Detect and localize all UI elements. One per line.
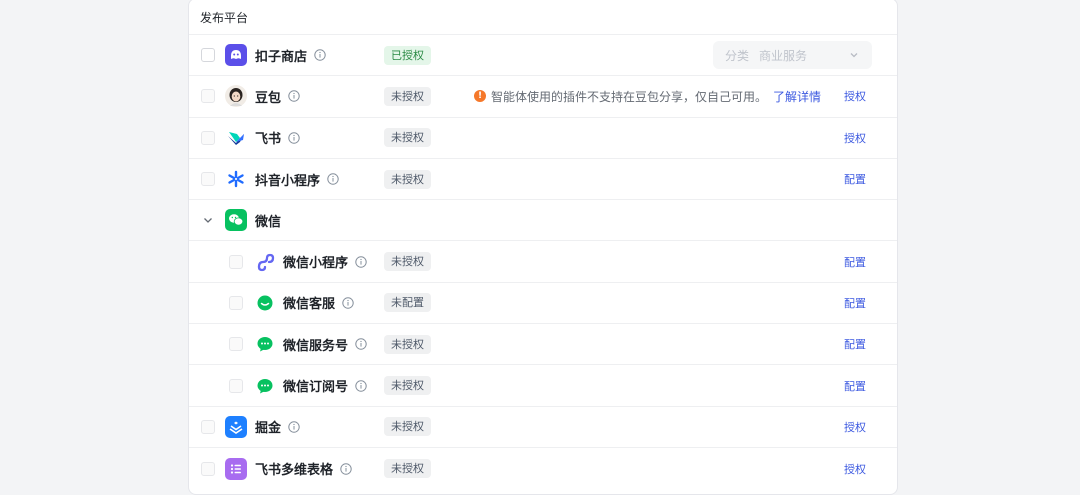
wechat-official-account-icon [254, 333, 276, 355]
wechat-miniprogram-icon [254, 251, 276, 273]
status-badge: 未授权 [384, 128, 431, 148]
configure-button[interactable]: 配置 [844, 254, 866, 270]
configure-button[interactable]: 配置 [844, 378, 866, 394]
platform-name-row: 微信订阅号 [283, 376, 367, 395]
platform-name-row: 掘金 [255, 417, 300, 436]
platform-name-row: 飞书多维表格 [255, 459, 352, 478]
collapse-chevron-icon[interactable] [201, 213, 215, 227]
info-icon[interactable] [314, 49, 326, 61]
select-checkbox[interactable] [201, 48, 215, 63]
platform-name: 微信 [255, 214, 282, 230]
chevron-down-icon [848, 49, 860, 61]
platform-name-row: 抖音小程序 [255, 170, 339, 189]
authorize-button[interactable]: 授权 [844, 461, 866, 477]
select-checkbox[interactable] [201, 461, 215, 476]
info-icon[interactable] [355, 338, 367, 350]
juejin-icon [225, 415, 247, 438]
info-icon[interactable] [340, 462, 352, 475]
platform-name-row: 微信服务号 [283, 335, 367, 354]
platform-row-feishu-bitable: 飞书多维表格 未授权 授权 [189, 448, 897, 489]
platform-row-wechat-miniprogram: 微信小程序 未授权 配置 [189, 241, 897, 283]
status-badge: 未授权 [384, 459, 431, 479]
wechat-customer-service-icon [254, 292, 276, 314]
platform-name-row: 微信小程序 [283, 252, 367, 271]
select-checkbox[interactable] [201, 130, 215, 145]
select-checkbox[interactable] [229, 295, 243, 310]
info-icon[interactable] [355, 255, 367, 268]
feishu-icon [225, 127, 247, 149]
warning-icon: ! [474, 90, 486, 103]
select-checkbox[interactable] [229, 378, 243, 393]
platform-name: 豆包 [255, 90, 282, 106]
platform-name: 微信服务号 [283, 338, 349, 354]
platform-name: 微信小程序 [283, 256, 349, 272]
platform-name: 飞书 [255, 132, 282, 148]
platform-name-row: 飞书 [255, 128, 300, 147]
status-badge: 未授权 [384, 334, 431, 354]
douyin-miniapp-icon [225, 168, 247, 190]
wechat-subscription-icon [254, 375, 276, 397]
authorize-button[interactable]: 授权 [844, 88, 866, 104]
platform-name: 飞书多维表格 [255, 463, 334, 479]
platform-name-row: 微信客服 [283, 293, 354, 312]
status-badge: 未授权 [384, 417, 431, 437]
platform-row-wechat-subscription: 微信订阅号 未授权 配置 [189, 365, 897, 407]
configure-button[interactable]: 配置 [844, 336, 866, 352]
publish-platform-panel: 发布平台 扣子商店 已授权 分类 商业服务 豆包 未授权 ! 智能体使用的插件不… [188, 0, 898, 495]
select-label: 分类 [725, 48, 750, 63]
select-checkbox[interactable] [229, 337, 243, 352]
info-icon[interactable] [288, 421, 300, 433]
warning-text: 智能体使用的插件不支持在豆包分享，仅自己可用。 [491, 89, 768, 104]
configure-button[interactable]: 配置 [844, 295, 866, 311]
category-select[interactable]: 分类 商业服务 [713, 41, 872, 70]
status-badge: 已授权 [384, 45, 431, 65]
select-checkbox[interactable] [201, 419, 215, 434]
platform-group-wechat[interactable]: 微信 [189, 200, 897, 242]
platform-row-doubao: 豆包 未授权 ! 智能体使用的插件不支持在豆包分享，仅自己可用。 了解详情 授权 [189, 76, 897, 118]
platform-name-row: 豆包 [255, 87, 300, 106]
panel-title: 发布平台 [189, 0, 897, 35]
feishu-bitable-icon [225, 457, 247, 480]
status-badge: 未配置 [384, 293, 431, 313]
status-badge: 未授权 [384, 86, 431, 106]
status-badge: 未授权 [384, 376, 431, 396]
authorize-button[interactable]: 授权 [844, 130, 866, 146]
platform-row-wechat-official-account: 微信服务号 未授权 配置 [189, 324, 897, 366]
platform-name: 扣子商店 [255, 49, 308, 65]
status-badge: 未授权 [384, 169, 431, 189]
plugin-warning: ! 智能体使用的插件不支持在豆包分享，仅自己可用。 了解详情 [474, 88, 821, 105]
platform-row-wechat-customer-service: 微信客服 未配置 配置 [189, 283, 897, 325]
select-checkbox[interactable] [229, 254, 243, 269]
info-icon[interactable] [355, 379, 367, 392]
select-value: 商业服务 [759, 48, 808, 63]
info-icon[interactable] [288, 90, 300, 103]
info-icon[interactable] [342, 297, 354, 309]
wechat-icon [225, 209, 247, 232]
platform-name-row: 扣子商店 [255, 46, 326, 65]
configure-button[interactable]: 配置 [844, 171, 866, 187]
platform-row-feishu: 飞书 未授权 授权 [189, 118, 897, 159]
platform-name: 微信客服 [283, 297, 336, 313]
coze-store-icon [225, 44, 247, 67]
platform-row-douyin-miniapp: 抖音小程序 未授权 配置 [189, 159, 897, 201]
platform-row-juejin: 掘金 未授权 授权 [189, 407, 897, 448]
platform-name: 抖音小程序 [255, 173, 321, 189]
learn-more-link[interactable]: 了解详情 [773, 88, 821, 105]
platform-name: 掘金 [255, 421, 282, 437]
select-checkbox[interactable] [201, 89, 215, 104]
doubao-avatar-icon [225, 85, 247, 108]
info-icon[interactable] [327, 173, 339, 185]
status-badge: 未授权 [384, 252, 431, 272]
platform-row-coze-store: 扣子商店 已授权 分类 商业服务 [189, 35, 897, 77]
platform-name: 微信订阅号 [283, 380, 349, 396]
info-icon[interactable] [288, 132, 300, 144]
select-checkbox[interactable] [201, 172, 215, 187]
authorize-button[interactable]: 授权 [844, 419, 866, 435]
